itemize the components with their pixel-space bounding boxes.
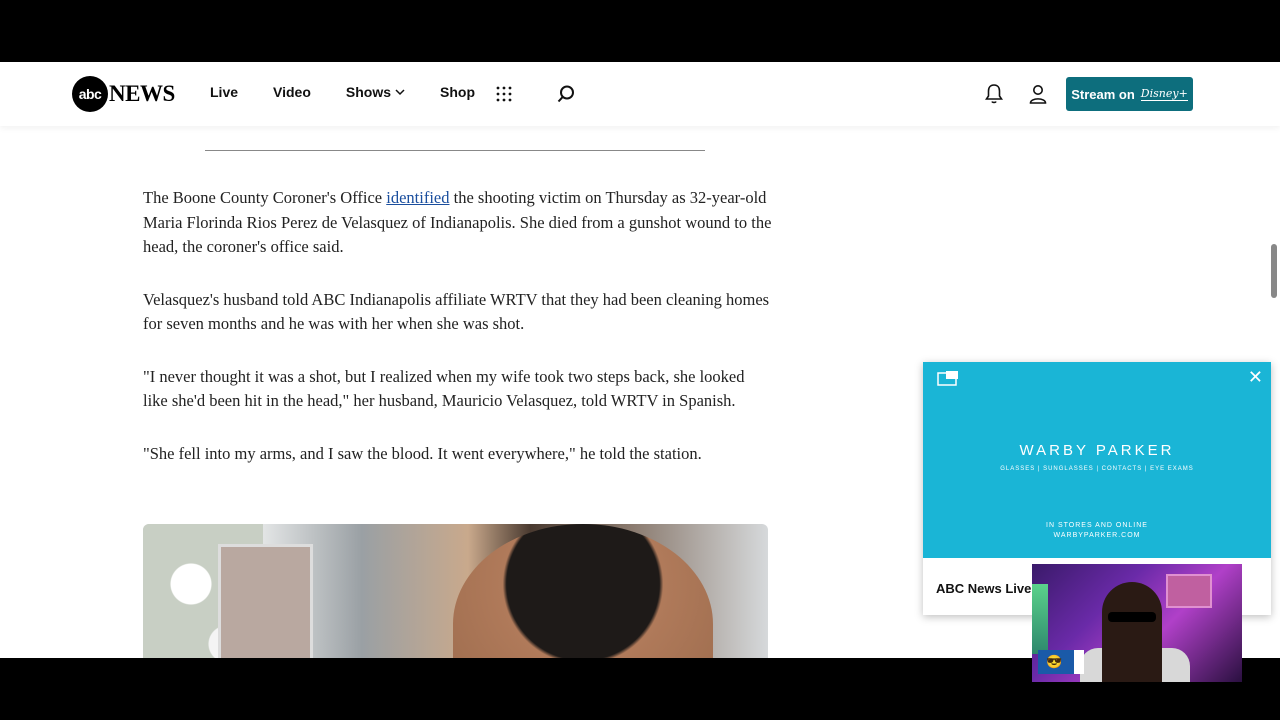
nav-shows[interactable]: Shows <box>346 84 405 100</box>
article-paragraph: The Boone County Coroner's Office identi… <box>143 186 773 260</box>
ad-media[interactable]: ✕ WARBY PARKER GLASSES | SUNGLASSES | CO… <box>923 362 1271 558</box>
paragraph-text: The Boone County Coroner's Office <box>143 188 387 207</box>
user-icon[interactable] <box>1027 83 1049 105</box>
scrollbar-thumb[interactable] <box>1271 244 1277 298</box>
stream-label: Stream on <box>1071 86 1135 102</box>
news-wordmark: NEWS <box>109 81 175 106</box>
badge-white-bar <box>1074 650 1084 674</box>
sunglasses-emoji-icon: 😎 <box>1046 654 1063 669</box>
nav-video[interactable]: Video <box>273 84 311 100</box>
webcam-neon-light <box>1032 584 1048 654</box>
ad-brand: WARBY PARKER <box>1019 442 1175 459</box>
webcam-person <box>1102 582 1162 682</box>
close-icon[interactable]: ✕ <box>1248 368 1263 386</box>
article-paragraph: "She fell into my arms, and I saw the bl… <box>143 443 702 463</box>
main-nav: Live Video Shows Shop <box>210 84 510 100</box>
webcam-poster <box>1166 574 1212 608</box>
site-header: abc NEWS Live Video Shows Shop Stream on… <box>0 62 1280 126</box>
ad-line-2: WARBYPARKER.COM <box>1053 532 1141 539</box>
article-paragraph: "I never thought it was a shot, but I re… <box>143 366 745 411</box>
search-icon[interactable] <box>555 83 577 105</box>
ad-line-1: IN STORES AND ONLINE <box>1046 522 1148 529</box>
chevron-down-icon <box>395 88 405 95</box>
nav-live[interactable]: Live <box>210 84 238 100</box>
webcam-sunglasses <box>1108 612 1156 622</box>
apps-grid-icon[interactable] <box>494 84 514 104</box>
nav-shows-label: Shows <box>345 84 392 100</box>
stream-on-disney-button[interactable]: Stream on Disney+ <box>1066 77 1193 111</box>
bell-icon[interactable] <box>983 81 1005 105</box>
letterbox-top <box>0 0 1280 62</box>
disney-plus-logo: Disney+ <box>1140 86 1188 101</box>
ad-player-label: ABC News Live <box>936 581 1032 596</box>
section-divider <box>205 150 705 151</box>
nav-shop[interactable]: Shop <box>440 84 475 100</box>
webcam-overlay: 😎 <box>1032 564 1242 682</box>
article-body: The Boone County Coroner's Office identi… <box>143 186 773 494</box>
identified-link[interactable]: identified <box>386 188 449 207</box>
ad-subline: GLASSES | SUNGLASSES | CONTACTS | EYE EX… <box>1000 466 1194 472</box>
photo-portrait-frame <box>218 544 313 658</box>
photo-person <box>453 524 713 658</box>
picture-in-picture-icon[interactable] <box>937 370 959 386</box>
webcam-badge: 😎 <box>1038 650 1084 674</box>
article-paragraph: Velasquez's husband told ABC Indianapoli… <box>143 289 770 334</box>
abc-news-logo[interactable]: abc NEWS <box>72 76 175 112</box>
abc-logo-circle: abc <box>72 76 108 112</box>
article-photo[interactable] <box>143 524 768 658</box>
